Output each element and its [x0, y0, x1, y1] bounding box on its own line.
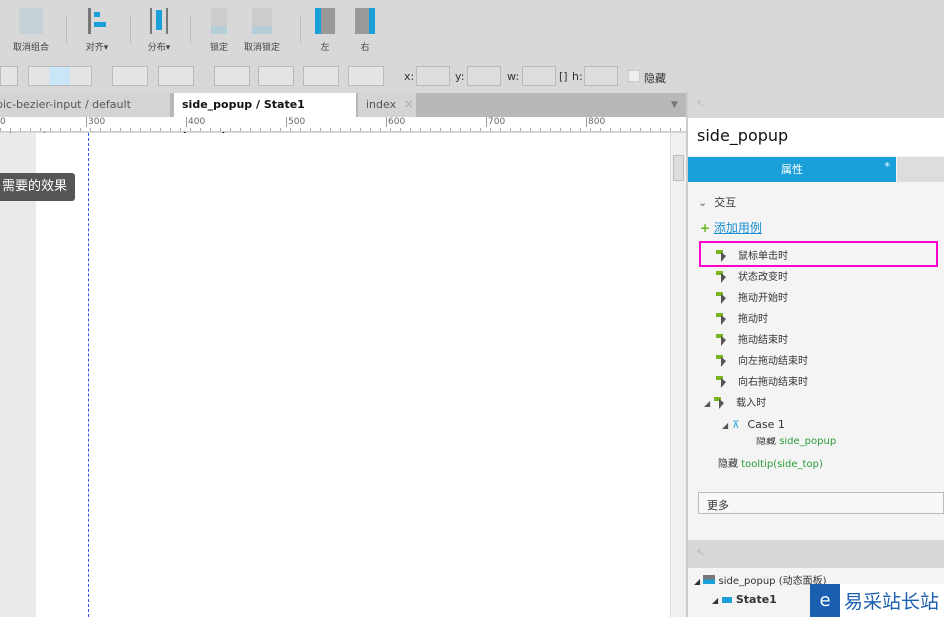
event-icon [716, 355, 730, 367]
case-icon: ⊼ [732, 420, 740, 431]
outline-item-side-popup[interactable]: ◢ side_popup (动态面板) [694, 572, 827, 587]
align-icon [88, 8, 106, 34]
w-input[interactable] [522, 66, 556, 86]
event-icon [716, 313, 730, 325]
state-icon [722, 597, 732, 603]
case-1[interactable]: ◢ ⊼ Case 1 [722, 417, 785, 433]
event-drag[interactable]: 拖动时 [716, 312, 768, 328]
tab-bezier[interactable]: pic-bezier-input / default (index)✕ [0, 93, 170, 135]
watermark-logo: e 易采站长站 [810, 584, 944, 617]
more-button[interactable]: 更多 [698, 492, 944, 514]
widget-name[interactable]: side_popup [688, 118, 944, 156]
hide-checkbox[interactable] [628, 70, 640, 82]
left-button[interactable]: 左 [314, 8, 336, 53]
vertical-align-group[interactable] [28, 66, 92, 86]
canvas[interactable] [0, 133, 670, 617]
aspect-lock-icon[interactable]: [] [559, 70, 568, 83]
line-color-dropdown[interactable] [214, 66, 250, 86]
event-swipe-left[interactable]: 向左拖动结束时 [716, 354, 808, 370]
event-state-change[interactable]: 状态改变时 [716, 270, 788, 286]
y-input[interactable] [467, 66, 501, 86]
line-width-dropdown[interactable] [258, 66, 294, 86]
tooltip: 需要的效果 [0, 173, 76, 201]
unlock-icon [252, 8, 272, 34]
action-hide-side-popup[interactable]: 隐藏 side_popup [756, 437, 836, 449]
fill-color-dropdown[interactable] [112, 66, 148, 86]
event-icon [716, 250, 730, 262]
tab-index[interactable]: index ✕ [358, 93, 416, 117]
tab-side-popup[interactable]: side_popup / State1 (index)✕ [174, 93, 356, 135]
event-icon [716, 292, 730, 304]
tab-properties[interactable]: 属性 * [688, 157, 896, 182]
lock-button[interactable]: 锁定 [204, 8, 234, 53]
x-input[interactable] [416, 66, 450, 86]
event-drag-end[interactable]: 拖动结束时 [716, 333, 788, 349]
dynamic-panel-boundary [88, 133, 89, 617]
lock-icon [211, 8, 227, 34]
align-button[interactable]: 对齐▾ [80, 8, 114, 53]
unlock-button[interactable]: 取消锁定 [240, 8, 284, 53]
ungroup-button[interactable]: 取消组合 [10, 8, 52, 53]
expand-icon[interactable]: ↖ [696, 97, 705, 110]
h-input[interactable] [584, 66, 618, 86]
section-interactions[interactable]: ⌄ 交互 [698, 194, 736, 210]
outline-item-state1[interactable]: ◢ State1 [712, 593, 777, 606]
dynamic-panel-icon [703, 575, 716, 584]
right-button[interactable]: 右 [354, 8, 376, 53]
action-hide-tooltip[interactable]: 隐藏 tooltip(side_top) [718, 457, 823, 473]
distribute-button[interactable]: 分布▾ [142, 8, 176, 53]
arrow-style-dropdown[interactable] [348, 66, 384, 86]
add-case-link[interactable]: + 添加用例 [700, 219, 762, 236]
event-drag-start[interactable]: 拖动开始时 [716, 291, 788, 307]
line-style-dropdown[interactable] [303, 66, 339, 86]
vertical-scrollbar[interactable] [670, 133, 686, 617]
ungroup-icon [19, 8, 43, 34]
event-icon [714, 397, 728, 409]
panel-header: ↖ [688, 92, 944, 118]
close-icon[interactable]: ✕ [404, 98, 413, 111]
ruler: 0 300 400 500 600 700 800 [0, 117, 686, 132]
event-click[interactable]: 鼠标单击时 [716, 249, 788, 265]
tabs-dropdown-icon[interactable]: ▼ [671, 100, 678, 110]
event-icon [716, 334, 730, 346]
text-align-button[interactable] [0, 66, 18, 86]
plus-icon: + [700, 221, 711, 235]
shadow-dropdown[interactable] [158, 66, 194, 86]
tab-style[interactable] [897, 157, 944, 182]
event-load[interactable]: ◢ 载入时 [704, 396, 766, 412]
panel-right-icon [355, 8, 375, 34]
event-icon [716, 376, 730, 388]
panel-left-icon [315, 8, 335, 34]
event-swipe-right[interactable]: 向右拖动结束时 [716, 375, 808, 391]
distribute-icon [150, 8, 168, 34]
expand-icon[interactable]: ↖ [696, 546, 705, 559]
event-icon [716, 271, 730, 283]
outline-header: ↖ [688, 540, 944, 568]
